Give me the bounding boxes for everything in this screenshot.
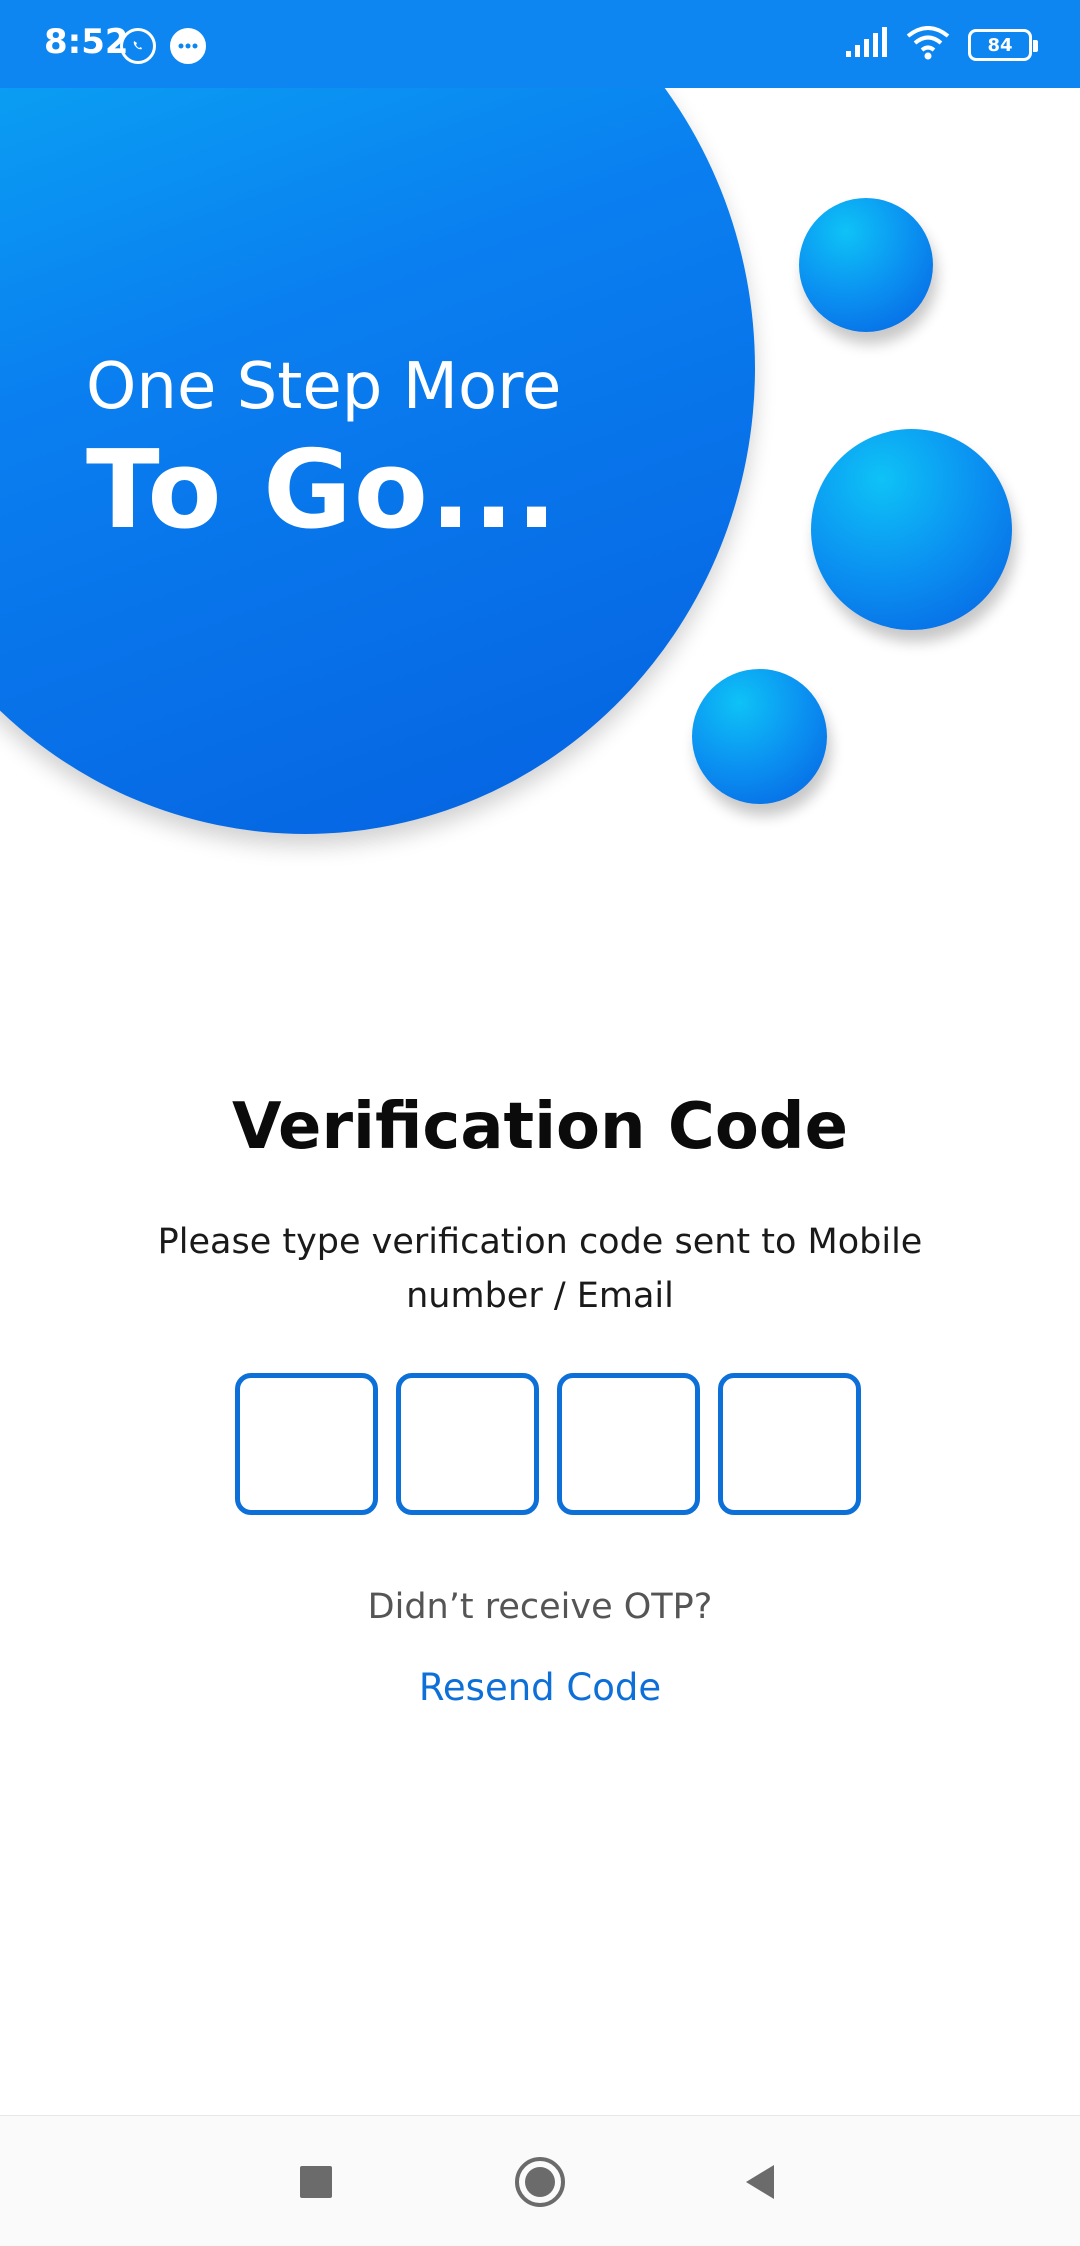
- whatsapp-icon: [120, 28, 156, 64]
- resend-code-link[interactable]: Resend Code: [0, 1666, 1080, 1709]
- otp-digit-1[interactable]: [235, 1373, 378, 1515]
- verification-screen: 8:52 84 One Step More To Go... Verificat…: [0, 0, 1080, 2246]
- status-bar: 8:52 84: [0, 0, 1080, 88]
- status-time: 8:52: [44, 22, 129, 62]
- no-otp-text: Didn’t receive OTP?: [367, 1587, 713, 1627]
- wifi-icon: [906, 26, 950, 64]
- notification-icons: [120, 28, 206, 64]
- decorative-bubble: [811, 429, 1012, 630]
- home-button[interactable]: [512, 2154, 568, 2210]
- otp-digit-4[interactable]: [718, 1373, 861, 1515]
- recent-apps-button[interactable]: [288, 2154, 344, 2210]
- instruction-text: Please type verification code sent to Mo…: [157, 1222, 923, 1316]
- battery-icon: 84: [968, 29, 1038, 61]
- hero-heading-small: One Step More: [86, 350, 562, 424]
- navigation-bar: [0, 2115, 1080, 2246]
- system-icons: 84: [844, 26, 1038, 64]
- otp-digit-3[interactable]: [557, 1373, 700, 1515]
- back-button[interactable]: [732, 2154, 788, 2210]
- hero-heading-large: To Go...: [86, 428, 560, 553]
- decorative-bubble: [692, 669, 827, 804]
- circle-icon: [515, 2157, 565, 2207]
- otp-digit-2[interactable]: [396, 1373, 539, 1515]
- square-icon: [300, 2166, 332, 2198]
- decorative-bubble: [799, 198, 933, 332]
- back-triangle-icon: [746, 2165, 774, 2199]
- signal-icon: [844, 27, 888, 63]
- message-icon: [170, 28, 206, 64]
- otp-input-group: [235, 1373, 861, 1515]
- page-title: Verification Code: [232, 1090, 848, 1164]
